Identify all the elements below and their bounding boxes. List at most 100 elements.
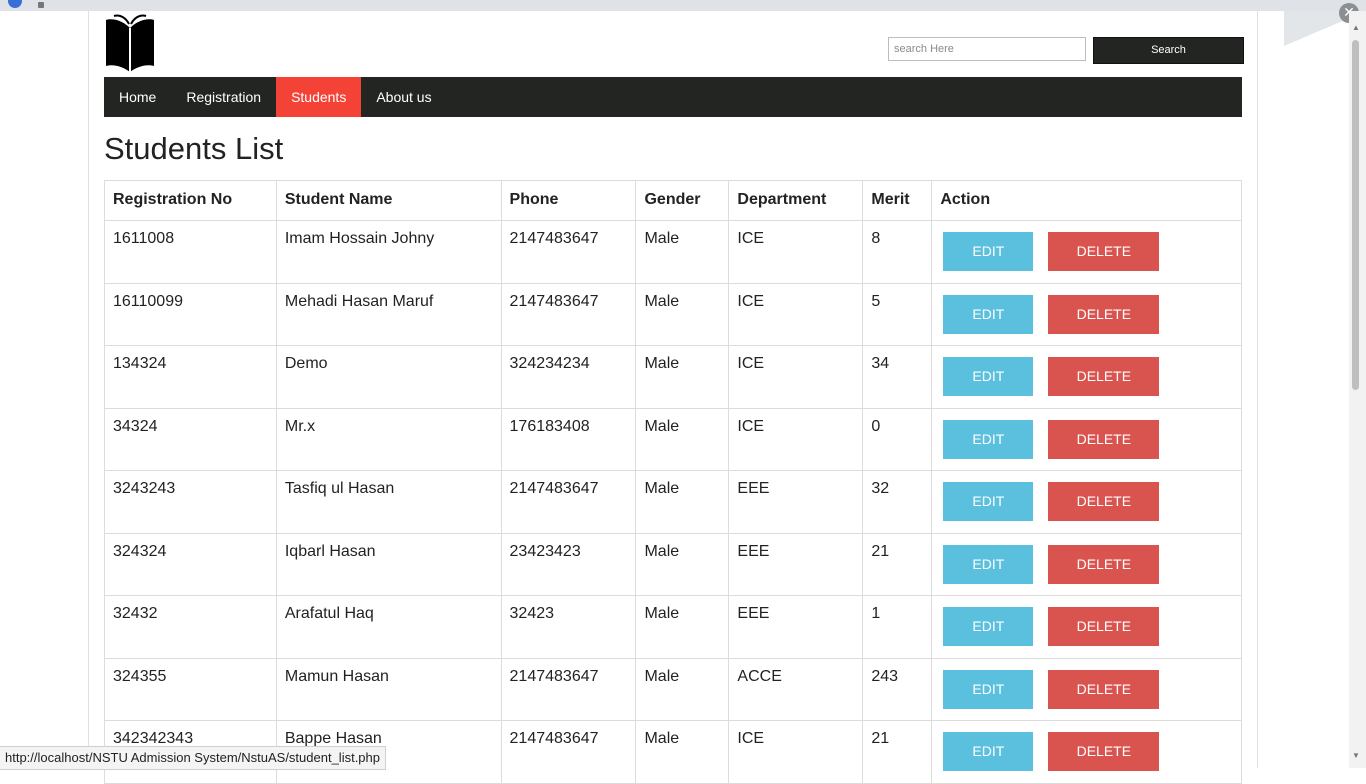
cell-merit: 8 <box>862 220 933 284</box>
page-title: Students List <box>104 131 284 166</box>
cell-department: EEE <box>728 595 864 659</box>
cell-actions: EDIT DELETE <box>931 407 1242 471</box>
cell-department: EEE <box>728 470 864 534</box>
edit-button[interactable]: EDIT <box>943 294 1034 334</box>
tab-indicator-icon <box>38 2 44 8</box>
cell-actions: EDIT DELETE <box>931 720 1242 784</box>
column-header-student-name: Student Name <box>275 180 502 221</box>
cell-registration-no: 32432 <box>104 595 277 659</box>
cell-phone: 2147483647 <box>500 470 637 534</box>
scroll-up-arrow-icon[interactable]: ▲ <box>1352 23 1360 32</box>
scrollbar-thumb[interactable] <box>1352 40 1359 390</box>
cell-department: ACCE <box>728 657 864 721</box>
cell-actions: EDIT DELETE <box>931 220 1242 284</box>
table-row: 3243243 Tasfiq ul Hasan 2147483647 Male EEE 3… <box>104 470 1242 534</box>
nav-students[interactable]: Students <box>276 77 362 117</box>
cell-gender: Male <box>635 345 730 409</box>
cell-phone: 2147483647 <box>500 220 637 284</box>
delete-button[interactable]: DELETE <box>1048 732 1160 771</box>
cell-department: ICE <box>728 345 864 409</box>
cell-registration-no: 324355 <box>104 657 277 721</box>
nav-home[interactable]: Home <box>104 77 171 117</box>
book-logo-icon <box>106 14 154 72</box>
table-header-row: Registration No Student Name Phone Gende… <box>104 180 1242 221</box>
cell-student-name: Mehadi Hasan Maruf <box>275 282 502 346</box>
cell-registration-no: 3243243 <box>104 470 277 534</box>
cell-gender: Male <box>635 720 730 784</box>
table-row: 1611008 Imam Hossain Johny 2147483647 Male I… <box>104 220 1242 284</box>
cell-phone: 324234234 <box>500 345 637 409</box>
cell-gender: Male <box>635 595 730 659</box>
edit-button[interactable]: EDIT <box>943 357 1034 396</box>
cell-gender: Male <box>635 407 730 471</box>
cell-gender: Male <box>635 470 730 534</box>
edit-button[interactable]: EDIT <box>943 232 1034 271</box>
edit-button[interactable]: EDIT <box>943 607 1034 646</box>
delete-button[interactable]: DELETE <box>1048 607 1160 646</box>
table-row: 324355 Mamun Hasan 2147483647 Male ACCE 243 ED… <box>104 657 1242 721</box>
cell-phone: 2147483647 <box>500 657 637 721</box>
delete-button[interactable]: DELETE <box>1048 482 1160 521</box>
cell-gender: Male <box>635 282 730 346</box>
edit-button[interactable]: EDIT <box>943 732 1034 771</box>
cell-department: EEE <box>728 532 864 596</box>
cell-registration-no: 1611008 <box>104 220 277 284</box>
cell-merit: 21 <box>862 720 933 784</box>
cell-phone: 23423423 <box>500 532 637 596</box>
cell-merit: 34 <box>862 345 933 409</box>
cell-merit: 1 <box>862 595 933 659</box>
cell-student-name: Tasfiq ul Hasan <box>275 470 502 534</box>
table-row: 32432 Arafatul Haq 32423 Male EEE 1 EDIT DELETE <box>104 595 1242 659</box>
column-header-phone: Phone <box>500 180 637 221</box>
cell-student-name: Iqbarl Hasan <box>275 532 502 596</box>
cell-gender: Male <box>635 532 730 596</box>
main-navbar: Home Registration Students About us <box>104 77 1242 117</box>
cell-actions: EDIT DELETE <box>931 595 1242 659</box>
cell-registration-no: 34324 <box>104 407 277 471</box>
column-header-action: Action <box>931 180 1242 221</box>
cell-registration-no: 134324 <box>104 345 277 409</box>
cell-department: ICE <box>728 282 864 346</box>
cell-department: ICE <box>728 407 864 471</box>
cell-department: ICE <box>728 720 864 784</box>
cell-department: ICE <box>728 220 864 284</box>
search-button[interactable]: Search <box>1093 37 1244 64</box>
cell-registration-no: 324324 <box>104 532 277 596</box>
status-bar-url: http://localhost/NSTU Admission System/N… <box>0 746 387 770</box>
cell-gender: Male <box>635 220 730 284</box>
cell-student-name: Mr.x <box>275 407 502 471</box>
scroll-down-arrow-icon[interactable]: ▼ <box>1352 751 1360 760</box>
cell-merit: 0 <box>862 407 933 471</box>
cell-student-name: Arafatul Haq <box>275 595 502 659</box>
cell-phone: 176183408 <box>500 407 637 471</box>
table-row: 16110099 Mehadi Hasan Maruf 2147483647 Male… <box>104 282 1242 346</box>
column-header-gender: Gender <box>635 180 730 221</box>
nav-about-us[interactable]: About us <box>361 77 446 117</box>
browser-favicon-icon <box>8 0 22 8</box>
delete-button[interactable]: DELETE <box>1048 232 1160 271</box>
cell-actions: EDIT DELETE <box>931 345 1242 409</box>
vertical-scrollbar[interactable]: ▲ ▼ <box>1349 11 1366 768</box>
delete-button[interactable]: DELETE <box>1048 544 1160 584</box>
edit-button[interactable]: EDIT <box>943 669 1034 709</box>
search-input[interactable] <box>888 37 1086 61</box>
cell-student-name: Imam Hossain Johny <box>275 220 502 284</box>
edit-button[interactable]: EDIT <box>943 482 1034 521</box>
edit-button[interactable]: EDIT <box>943 419 1034 459</box>
table-row: 134324 Demo 324234234 Male ICE 34 EDIT DELETE <box>104 345 1242 409</box>
delete-button[interactable]: DELETE <box>1048 294 1160 334</box>
cell-merit: 21 <box>862 532 933 596</box>
delete-button[interactable]: DELETE <box>1048 669 1160 709</box>
cell-merit: 5 <box>862 282 933 346</box>
table-row: 324324 Iqbarl Hasan 23423423 Male EEE 21 EDIT D… <box>104 532 1242 596</box>
cell-phone: 2147483647 <box>500 282 637 346</box>
cell-merit: 32 <box>862 470 933 534</box>
delete-button[interactable]: DELETE <box>1048 357 1160 396</box>
edit-button[interactable]: EDIT <box>943 544 1034 584</box>
delete-button[interactable]: DELETE <box>1048 419 1160 459</box>
column-header-merit: Merit <box>862 180 933 221</box>
nav-registration[interactable]: Registration <box>171 77 276 117</box>
browser-tab-strip <box>0 0 1366 11</box>
column-header-registration-no: Registration No <box>104 180 277 221</box>
students-table: Registration No Student Name Phone Gende… <box>104 180 1242 784</box>
